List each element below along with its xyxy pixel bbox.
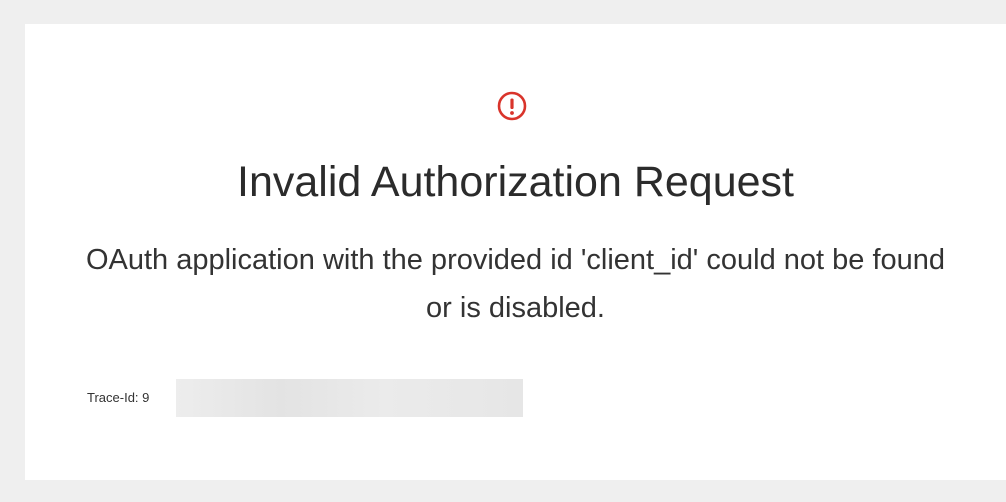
trace-id-redacted-block (176, 379, 523, 417)
error-message: OAuth application with the provided id '… (85, 244, 946, 324)
exclamation-circle-icon (496, 90, 528, 122)
trace-id-label: Trace-Id: 9 (87, 390, 150, 405)
error-title: Invalid Authorization Request (237, 158, 794, 206)
error-card: Invalid Authorization Request OAuth appl… (25, 24, 1006, 480)
